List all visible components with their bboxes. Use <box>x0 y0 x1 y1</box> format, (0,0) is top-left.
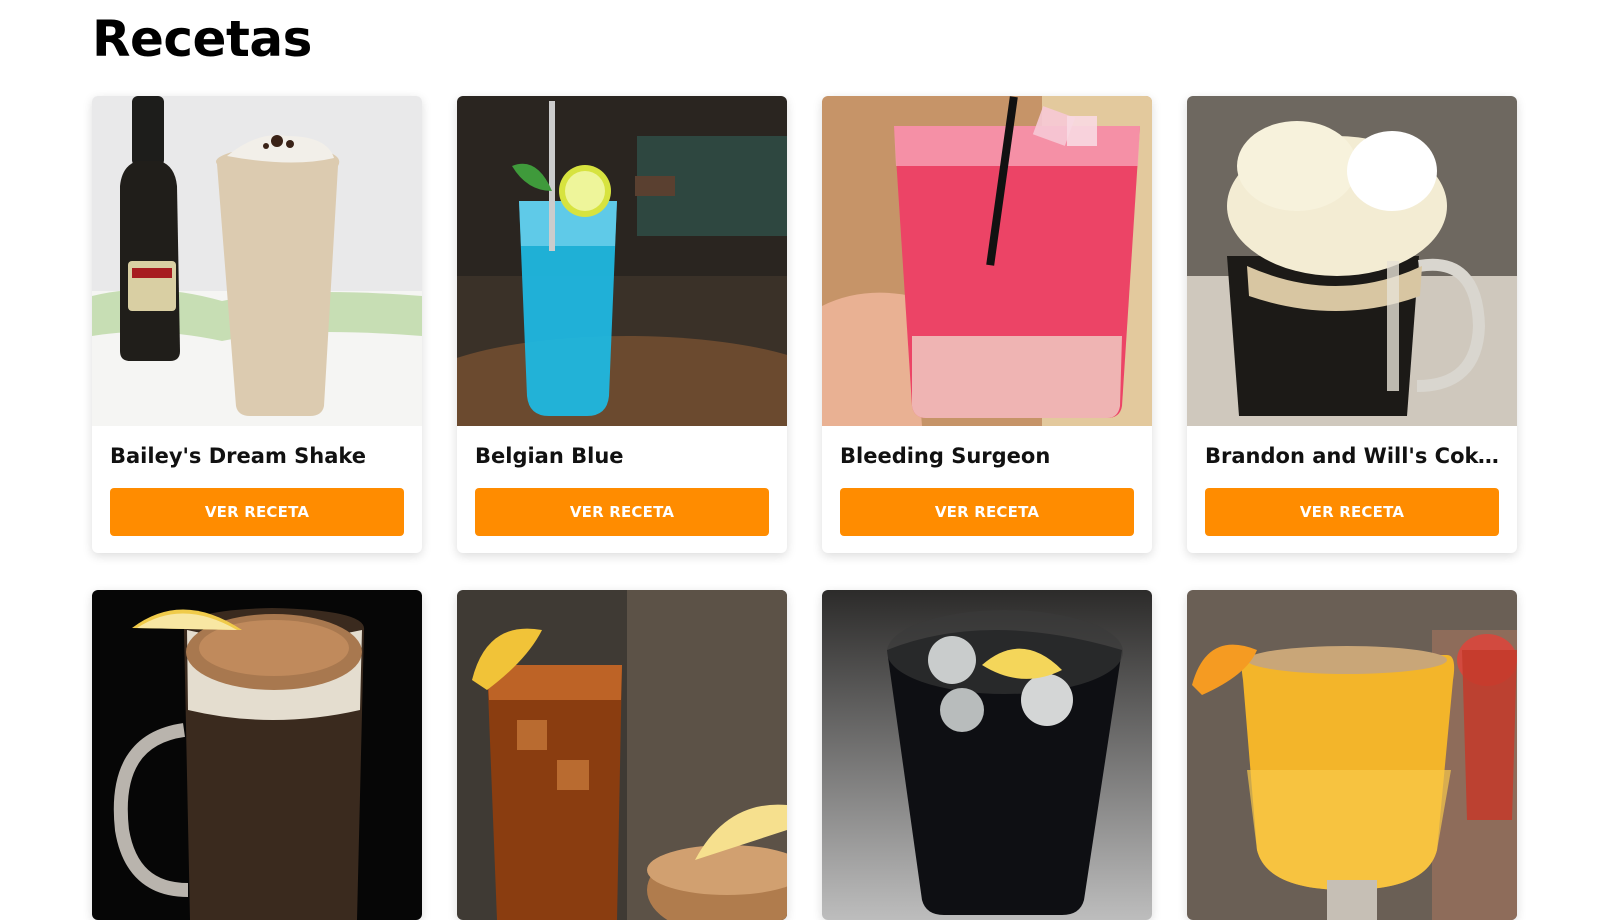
recipe-image[interactable] <box>1187 96 1517 426</box>
recipe-image[interactable] <box>92 590 422 920</box>
page-title: Recetas <box>92 10 312 68</box>
recipe-card: Bailey's Dream Shake VER RECETA <box>92 96 422 553</box>
recipe-image[interactable] <box>92 96 422 426</box>
recipe-title: Bleeding Surgeon <box>840 444 1051 468</box>
recipe-card: Belgian Blue VER RECETA <box>457 96 787 553</box>
view-recipe-button[interactable]: VER RECETA <box>840 488 1134 536</box>
recipe-grid: Bailey's Dream Shake VER RECETA Belgian … <box>92 96 1517 920</box>
red-cocktail-photo <box>822 96 1152 426</box>
recipe-title: Belgian Blue <box>475 444 624 468</box>
recipe-card <box>457 590 787 920</box>
cola-glass-photo <box>822 590 1152 920</box>
view-recipe-button[interactable]: VER RECETA <box>1205 488 1499 536</box>
iced-tea-lemon-photo <box>457 590 787 920</box>
recipe-card: Brandon and Will's Coke Float VER RECETA <box>1187 96 1517 553</box>
recipe-image[interactable] <box>1187 590 1517 920</box>
baileys-shake-photo <box>92 96 422 426</box>
recipe-card <box>92 590 422 920</box>
recipe-card <box>822 590 1152 920</box>
blue-cocktail-photo <box>457 96 787 426</box>
recipe-title: Brandon and Will's Coke Float <box>1205 444 1499 468</box>
recipe-card: Bleeding Surgeon VER RECETA <box>822 96 1152 553</box>
recipe-image[interactable] <box>822 590 1152 920</box>
orange-punch-photo <box>1187 590 1517 920</box>
root-beer-mug-photo <box>92 590 422 920</box>
view-recipe-button[interactable]: VER RECETA <box>110 488 404 536</box>
recipe-title: Bailey's Dream Shake <box>110 444 367 468</box>
recipe-image[interactable] <box>457 96 787 426</box>
coke-float-photo <box>1187 96 1517 426</box>
recipe-card <box>1187 590 1517 920</box>
view-recipe-button[interactable]: VER RECETA <box>475 488 769 536</box>
recipe-image[interactable] <box>822 96 1152 426</box>
recipe-image[interactable] <box>457 590 787 920</box>
